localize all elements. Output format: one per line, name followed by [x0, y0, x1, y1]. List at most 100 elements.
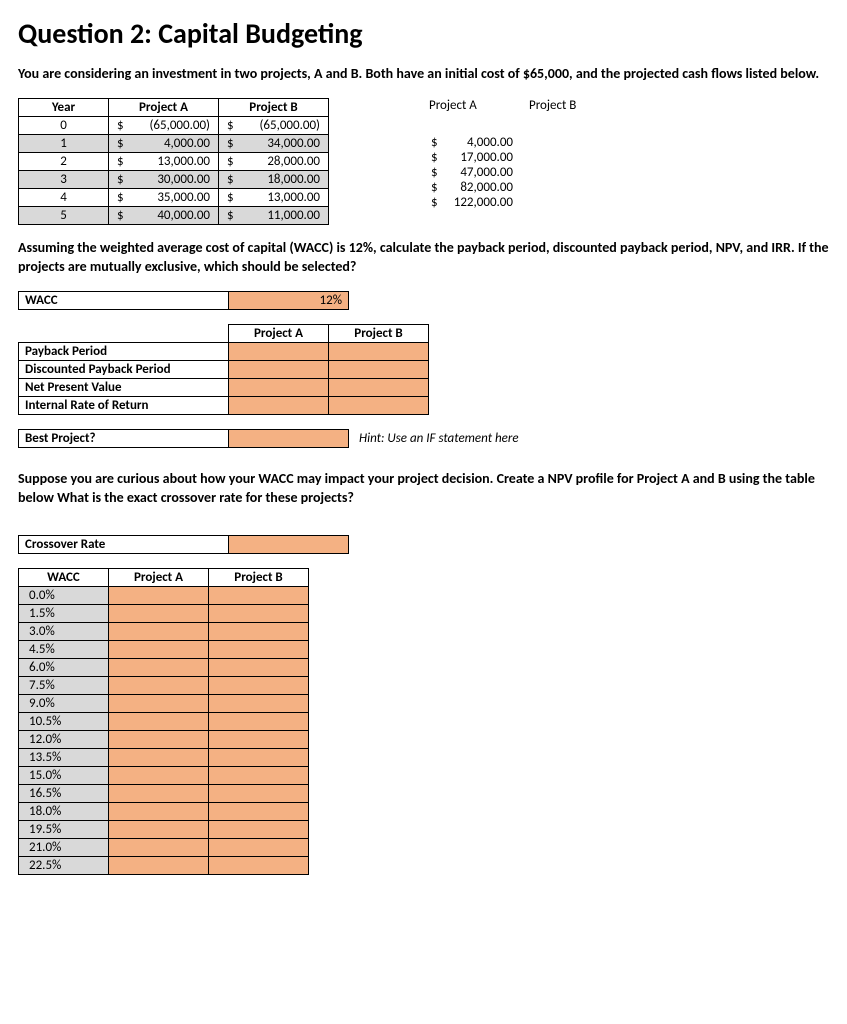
cf-a: $13,000.00: [109, 152, 219, 170]
cf-year: 3: [19, 170, 109, 188]
npv-a-cell[interactable]: [109, 731, 209, 749]
metric-b-cell[interactable]: [329, 396, 429, 414]
page-title: Question 2: Capital Budgeting: [18, 16, 829, 51]
npv-rate: 18.0%: [19, 803, 109, 821]
npv-h-wacc: WACC: [19, 569, 109, 587]
npv-rate: 1.5%: [19, 605, 109, 623]
question-text-2: Suppose you are curious about how your W…: [18, 470, 829, 508]
metric-b-cell[interactable]: [329, 342, 429, 360]
best-hint: Hint: Use an IF statement here: [359, 431, 519, 446]
cumulative-row: $17,000.00: [429, 150, 629, 165]
metric-a-cell[interactable]: [229, 396, 329, 414]
npv-b-cell[interactable]: [209, 821, 309, 839]
question-text-1: Assuming the weighted average cost of ca…: [18, 239, 829, 277]
cf-a: $(65,000.00): [109, 116, 219, 134]
npv-profile-table: WACC Project A Project B 0.0%1.5%3.0%4.5…: [18, 568, 309, 875]
cf-header-b: Project B: [219, 98, 329, 116]
side-hdr-a: Project A: [429, 98, 529, 113]
metric-label: Net Present Value: [19, 378, 229, 396]
cf-a: $35,000.00: [109, 188, 219, 206]
cf-a: $30,000.00: [109, 170, 219, 188]
metric-label: Internal Rate of Return: [19, 396, 229, 414]
npv-b-cell[interactable]: [209, 677, 309, 695]
npv-a-cell[interactable]: [109, 713, 209, 731]
cumulative-row: $47,000.00: [429, 165, 629, 180]
best-label: Best Project?: [19, 429, 229, 447]
npv-b-cell[interactable]: [209, 713, 309, 731]
cumulative-row: $82,000.00: [429, 180, 629, 195]
metrics-table: Project A Project B Payback PeriodDiscou…: [18, 324, 429, 415]
npv-a-cell[interactable]: [109, 839, 209, 857]
npv-b-cell[interactable]: [209, 641, 309, 659]
npv-b-cell[interactable]: [209, 605, 309, 623]
crossover-label: Crossover Rate: [19, 536, 229, 554]
npv-b-cell[interactable]: [209, 839, 309, 857]
npv-a-cell[interactable]: [109, 641, 209, 659]
npv-b-cell[interactable]: [209, 749, 309, 767]
npv-rate: 22.5%: [19, 857, 109, 875]
npv-b-cell[interactable]: [209, 803, 309, 821]
cf-b: $28,000.00: [219, 152, 329, 170]
npv-a-cell[interactable]: [109, 857, 209, 875]
npv-h-a: Project A: [109, 569, 209, 587]
cf-b: $34,000.00: [219, 134, 329, 152]
npv-rate: 6.0%: [19, 659, 109, 677]
metric-a-cell[interactable]: [229, 342, 329, 360]
npv-b-cell[interactable]: [209, 623, 309, 641]
cumulative-row: $122,000.00: [429, 195, 629, 210]
npv-rate: 9.0%: [19, 695, 109, 713]
npv-b-cell[interactable]: [209, 587, 309, 605]
npv-b-cell[interactable]: [209, 785, 309, 803]
cf-a: $40,000.00: [109, 206, 219, 224]
npv-a-cell[interactable]: [109, 659, 209, 677]
npv-rate: 0.0%: [19, 587, 109, 605]
metric-b-cell[interactable]: [329, 360, 429, 378]
cf-year: 5: [19, 206, 109, 224]
npv-rate: 21.0%: [19, 839, 109, 857]
crossover-table: Crossover Rate: [18, 535, 349, 554]
cumulative-calc: Project A Project B $4,000.00$17,000.00$…: [429, 98, 629, 210]
npv-h-b: Project B: [209, 569, 309, 587]
cumulative-row: $4,000.00: [429, 135, 629, 150]
cf-year: 2: [19, 152, 109, 170]
metric-b-cell[interactable]: [329, 378, 429, 396]
npv-b-cell[interactable]: [209, 857, 309, 875]
metrics-col-b: Project B: [329, 324, 429, 342]
wacc-value-cell[interactable]: 12%: [229, 291, 349, 309]
metrics-col-a: Project A: [229, 324, 329, 342]
npv-a-cell[interactable]: [109, 803, 209, 821]
wacc-label: WACC: [19, 291, 229, 309]
wacc-table: WACC 12%: [18, 291, 349, 310]
npv-a-cell[interactable]: [109, 695, 209, 713]
metric-a-cell[interactable]: [229, 378, 329, 396]
cf-b: $(65,000.00): [219, 116, 329, 134]
npv-rate: 12.0%: [19, 731, 109, 749]
npv-rate: 16.5%: [19, 785, 109, 803]
npv-b-cell[interactable]: [209, 767, 309, 785]
npv-a-cell[interactable]: [109, 767, 209, 785]
cf-b: $13,000.00: [219, 188, 329, 206]
npv-a-cell[interactable]: [109, 821, 209, 839]
cf-b: $18,000.00: [219, 170, 329, 188]
npv-a-cell[interactable]: [109, 749, 209, 767]
metric-a-cell[interactable]: [229, 360, 329, 378]
npv-b-cell[interactable]: [209, 731, 309, 749]
metric-label: Discounted Payback Period: [19, 360, 229, 378]
npv-rate: 13.5%: [19, 749, 109, 767]
side-hdr-b: Project B: [529, 98, 629, 113]
best-value-cell[interactable]: [229, 429, 349, 447]
intro-text: You are considering an investment in two…: [18, 65, 829, 84]
npv-rate: 19.5%: [19, 821, 109, 839]
npv-a-cell[interactable]: [109, 785, 209, 803]
cf-header-a: Project A: [109, 98, 219, 116]
npv-rate: 15.0%: [19, 767, 109, 785]
npv-b-cell[interactable]: [209, 695, 309, 713]
npv-b-cell[interactable]: [209, 659, 309, 677]
cashflow-table: Year Project A Project B 0$(65,000.00)$(…: [18, 98, 329, 225]
npv-a-cell[interactable]: [109, 623, 209, 641]
crossover-value-cell[interactable]: [229, 536, 349, 554]
npv-a-cell[interactable]: [109, 587, 209, 605]
cf-b: $11,000.00: [219, 206, 329, 224]
npv-a-cell[interactable]: [109, 605, 209, 623]
npv-a-cell[interactable]: [109, 677, 209, 695]
